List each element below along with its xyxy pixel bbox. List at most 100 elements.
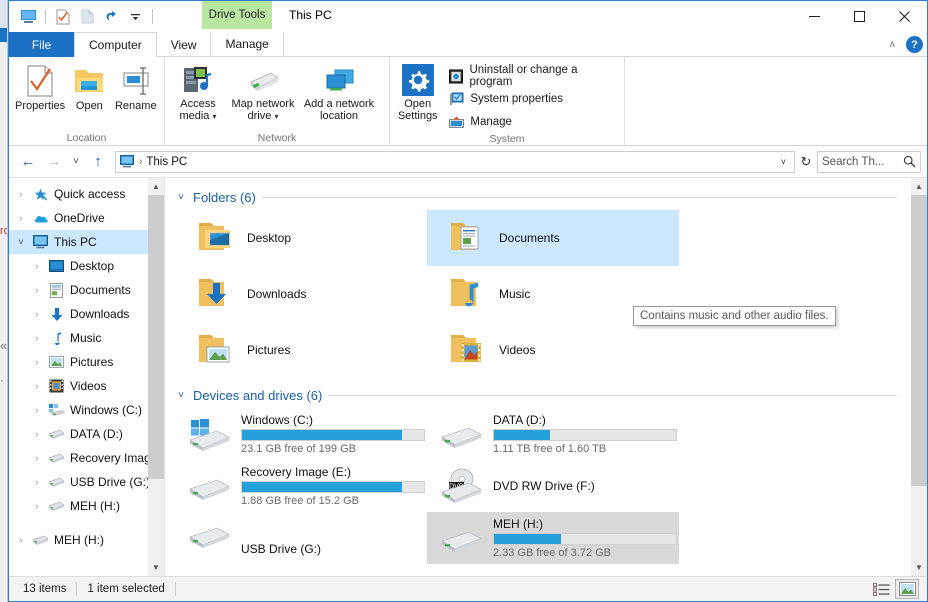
ribbon-button-access-media[interactable]: Access media ▾ bbox=[171, 61, 225, 123]
ribbon-button-rename[interactable]: Rename bbox=[114, 61, 158, 112]
chevron-down-icon[interactable]: ˅ bbox=[175, 390, 187, 401]
chevron-right-icon[interactable]: › bbox=[31, 501, 43, 511]
list-item-pictures[interactable]: Pictures bbox=[175, 322, 427, 378]
drive-icon bbox=[439, 520, 485, 556]
tab-manage[interactable]: Manage bbox=[210, 32, 284, 57]
ribbon-button-manage-label: Manage bbox=[470, 116, 512, 128]
scroll-up-button[interactable]: ▲ bbox=[148, 178, 164, 195]
properties-icon[interactable] bbox=[52, 6, 74, 28]
sidebar-item-videos[interactable]: › Videos bbox=[9, 374, 164, 398]
ribbon-button-open-settings[interactable]: Open Settings bbox=[396, 61, 439, 122]
ribbon-group-network-label: Network bbox=[257, 132, 297, 144]
drive-label: DATA (D:) bbox=[493, 412, 546, 427]
list-item-documents[interactable]: Documents bbox=[427, 210, 679, 266]
chevron-right-icon[interactable]: › bbox=[31, 405, 43, 415]
chevron-right-icon[interactable]: › bbox=[31, 285, 43, 295]
up-button[interactable]: ↑ bbox=[85, 149, 111, 175]
minimize-button[interactable] bbox=[792, 1, 837, 31]
sidebar-item-desktop[interactable]: › Desktop bbox=[9, 254, 164, 278]
background-window[interactable]: ro « · bbox=[0, 0, 8, 602]
tab-file[interactable]: File bbox=[9, 32, 74, 57]
address-dropdown-icon[interactable]: ˅ bbox=[775, 157, 792, 167]
sidebar-item-downloads[interactable]: › Downloads bbox=[9, 302, 164, 326]
scroll-thumb[interactable] bbox=[911, 195, 927, 487]
sidebar-item-recovery-image-e[interactable]: › Recovery Image (E:) bbox=[9, 446, 165, 470]
chevron-right-icon[interactable]: › bbox=[15, 189, 27, 199]
chevron-down-icon[interactable]: ˅ bbox=[175, 192, 187, 203]
ribbon-button-add-network-location[interactable]: Add a network location bbox=[301, 61, 377, 122]
this-pc-icon[interactable] bbox=[17, 6, 39, 28]
scroll-track[interactable] bbox=[148, 195, 164, 559]
sidebar-item-music[interactable]: › Music bbox=[9, 326, 164, 350]
list-item-data-d[interactable]: DATA (D:) 1.11 TB free of 1.60 TB bbox=[427, 408, 679, 460]
list-item-usb-drive-g[interactable]: USB Drive (G:) bbox=[175, 512, 427, 564]
sidebar-item-usb-drive-g[interactable]: › USB Drive (G:) bbox=[9, 470, 164, 494]
back-button[interactable]: ← bbox=[15, 149, 41, 175]
chevron-right-icon[interactable]: › bbox=[31, 477, 43, 487]
file-list-pane[interactable]: ˅ Folders (6) Desktop Documents Download… bbox=[164, 178, 927, 576]
ribbon-button-system-properties[interactable]: System properties bbox=[445, 89, 618, 109]
chevron-right-icon[interactable]: › bbox=[31, 381, 43, 391]
list-item-meh-h[interactable]: MEH (H:) 2.33 GB free of 3.72 GB bbox=[427, 512, 679, 564]
ribbon-button-properties[interactable]: Properties bbox=[15, 61, 65, 112]
list-item-desktop[interactable]: Desktop bbox=[175, 210, 427, 266]
list-item-downloads[interactable]: Downloads bbox=[175, 266, 427, 322]
ribbon-button-open[interactable]: Open bbox=[67, 61, 111, 112]
list-item-dvd-rw-drive-f[interactable]: DVD DVD RW Drive (F:) bbox=[427, 460, 679, 512]
group-header-devices-and-drives[interactable]: ˅ Devices and drives (6) bbox=[175, 384, 911, 406]
chevron-right-icon[interactable]: › bbox=[15, 213, 27, 223]
chevron-right-icon[interactable]: › bbox=[31, 453, 43, 463]
group-header-folders[interactable]: ˅ Folders (6) bbox=[175, 186, 911, 208]
ribbon-button-manage[interactable]: Manage bbox=[445, 112, 618, 132]
scroll-thumb[interactable] bbox=[148, 195, 164, 479]
sidebar-item-pictures[interactable]: › Pictures bbox=[9, 350, 164, 374]
ribbon-button-map-network-drive[interactable]: Map network drive ▾ bbox=[225, 61, 301, 123]
scroll-track[interactable] bbox=[911, 195, 927, 559]
ribbon-button-uninstall-program[interactable]: Uninstall or change a program bbox=[445, 64, 618, 88]
large-icons-view-icon[interactable] bbox=[895, 579, 919, 599]
chevron-right-icon[interactable]: › bbox=[31, 333, 43, 343]
details-view-icon[interactable] bbox=[869, 579, 893, 599]
customize-dropdown-icon[interactable] bbox=[124, 6, 146, 28]
scroll-down-button[interactable]: ▼ bbox=[148, 559, 164, 576]
close-button[interactable] bbox=[882, 1, 927, 31]
sidebar-item-quick-access[interactable]: › Quick access bbox=[9, 182, 164, 206]
tab-computer[interactable]: Computer bbox=[74, 32, 157, 57]
search-input[interactable]: Search Th... bbox=[817, 150, 921, 173]
new-folder-icon[interactable] bbox=[76, 6, 98, 28]
breadcrumb-this-pc[interactable]: This PC bbox=[146, 156, 187, 168]
help-button[interactable]: ? bbox=[906, 36, 923, 53]
chevron-down-icon[interactable]: ˅ bbox=[15, 237, 27, 247]
sidebar-item-onedrive[interactable]: › OneDrive bbox=[9, 206, 164, 230]
explorer-body: › Quick access › OneDrive ˅ This PC › De… bbox=[9, 177, 927, 576]
breadcrumb[interactable]: › This PC bbox=[120, 155, 187, 168]
scroll-down-button[interactable]: ▼ bbox=[911, 559, 927, 576]
sidebar-item-data-d[interactable]: › DATA (D:) bbox=[9, 422, 164, 446]
chevron-right-icon[interactable]: › bbox=[31, 261, 43, 271]
sidebar-item-windows-c[interactable]: › Windows (C:) bbox=[9, 398, 164, 422]
list-item-windows-c[interactable]: Windows (C:) 23.1 GB free of 199 GB bbox=[175, 408, 427, 460]
sidebar-item-this-pc[interactable]: ˅ This PC bbox=[9, 230, 164, 254]
sidebar-item-label: MEH (H:) bbox=[70, 499, 120, 513]
refresh-button[interactable]: ↻ bbox=[795, 151, 817, 173]
file-list-scrollbar[interactable]: ▲ ▼ bbox=[911, 178, 927, 576]
sidebar-item-meh-h-root[interactable]: › MEH (H:) bbox=[9, 528, 164, 552]
tab-view[interactable]: View bbox=[157, 32, 211, 57]
recent-locations-button[interactable]: ˅ bbox=[67, 149, 85, 175]
chevron-right-icon[interactable]: › bbox=[31, 357, 43, 367]
list-item-recovery-image-e[interactable]: Recovery Image (E:) 1.88 GB free of 15.2… bbox=[175, 460, 427, 512]
chevron-right-icon[interactable]: › bbox=[15, 535, 27, 545]
collapse-ribbon-button[interactable]: ∧ bbox=[885, 39, 900, 50]
forward-button[interactable]: → bbox=[41, 149, 67, 175]
chevron-right-icon[interactable]: › bbox=[31, 309, 43, 319]
sidebar-item-documents[interactable]: › Documents bbox=[9, 278, 164, 302]
chevron-right-icon[interactable]: › bbox=[31, 429, 43, 439]
scroll-up-button[interactable]: ▲ bbox=[911, 178, 927, 195]
sidebar-item-meh-h[interactable]: › MEH (H:) bbox=[9, 494, 164, 518]
navigation-tree: › Quick access › OneDrive ˅ This PC › De… bbox=[9, 178, 164, 552]
navigation-pane-scrollbar[interactable]: ▲ ▼ bbox=[148, 178, 164, 576]
undo-icon[interactable] bbox=[100, 6, 122, 28]
maximize-button[interactable] bbox=[837, 1, 882, 31]
address-input[interactable]: › This PC ˅ bbox=[115, 150, 795, 173]
list-item-videos[interactable]: Videos bbox=[427, 322, 679, 378]
